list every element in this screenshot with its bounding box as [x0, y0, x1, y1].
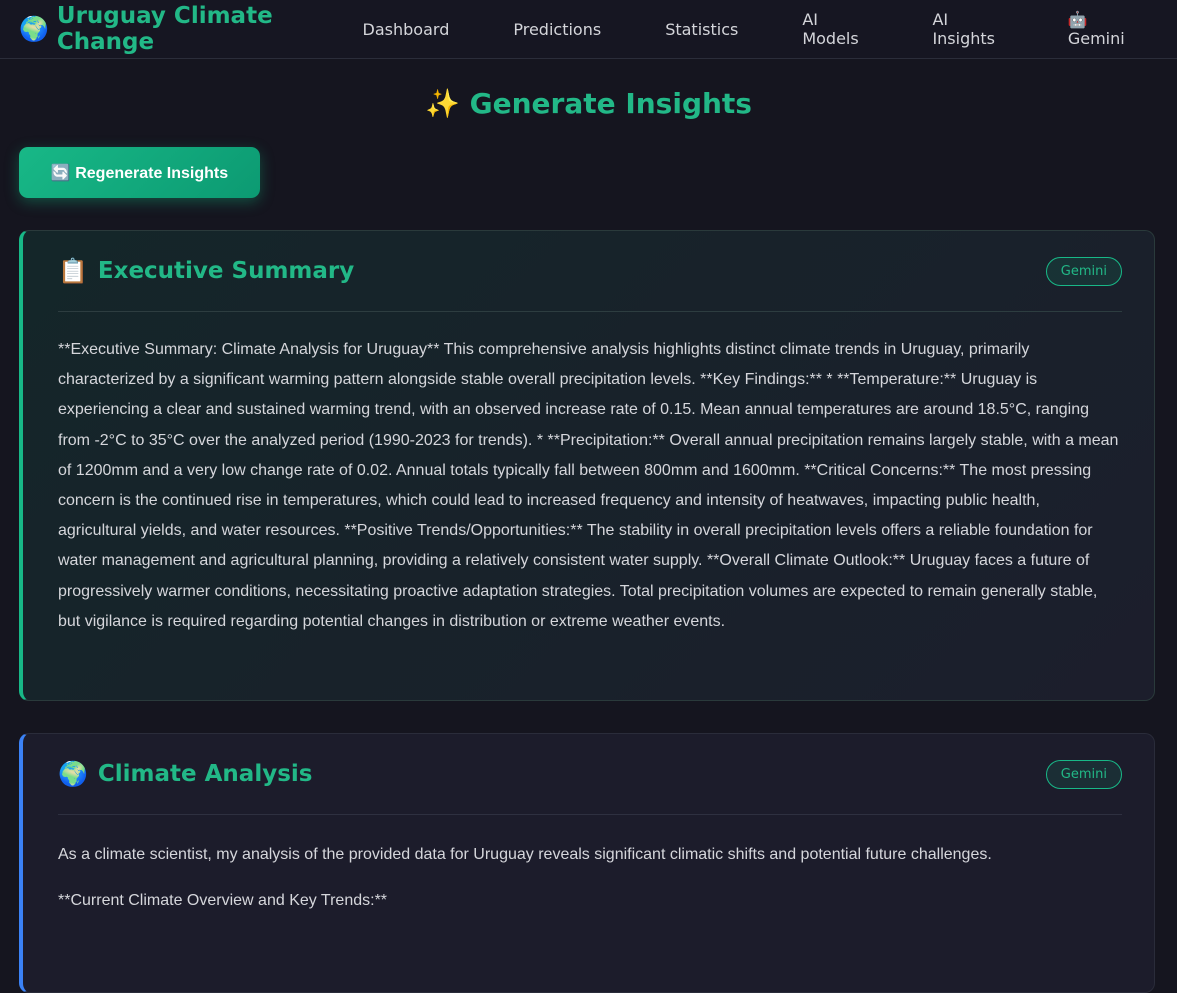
- card-title-text: Executive Summary: [97, 258, 355, 284]
- nav-dashboard[interactable]: Dashboard: [363, 20, 450, 39]
- brand-title: Uruguay Climate Change: [56, 3, 273, 55]
- gemini-badge: Gemini: [1045, 759, 1122, 789]
- nav-links: Dashboard Predictions Statistics AI Mode…: [363, 10, 1158, 48]
- top-navbar: 🌍 Uruguay Climate Change Dashboard Predi…: [0, 0, 1177, 59]
- analysis-paragraph: As a climate scientist, my analysis of t…: [58, 846, 992, 863]
- page-title: ✨ Generate Insights: [425, 87, 752, 120]
- card-title: 🌍 Climate Analysis: [58, 760, 312, 788]
- card-header: 📋 Executive Summary Gemini: [58, 231, 1122, 312]
- nav-gemini[interactable]: 🤖 Gemini: [1068, 10, 1138, 48]
- card-title: 📋 Executive Summary: [58, 257, 354, 285]
- executive-summary-card: 📋 Executive Summary Gemini **Executive S…: [19, 230, 1155, 701]
- card-header: 🌍 Climate Analysis Gemini: [58, 734, 1122, 815]
- nav-ai-models[interactable]: AI Models: [802, 10, 868, 48]
- executive-summary-text: **Executive Summary: Climate Analysis fo…: [58, 341, 1119, 630]
- nav-statistics[interactable]: Statistics: [665, 20, 738, 39]
- brand[interactable]: 🌍 Uruguay Climate Change: [19, 3, 363, 55]
- clipboard-icon: 📋: [58, 257, 88, 285]
- nav-predictions[interactable]: Predictions: [513, 20, 601, 39]
- card-title-text: Climate Analysis: [97, 761, 313, 787]
- globe-icon: 🌍: [58, 760, 88, 788]
- globe-icon: 🌍: [19, 15, 49, 43]
- analysis-paragraph: **Current Climate Overview and Key Trend…: [58, 892, 388, 910]
- climate-analysis-card: 🌍 Climate Analysis Gemini As a climate s…: [19, 733, 1155, 993]
- regenerate-insights-button[interactable]: 🔄 Regenerate Insights: [19, 147, 260, 198]
- climate-analysis-text: As a climate scientist, my analysis of t…: [58, 815, 1122, 916]
- nav-ai-insights[interactable]: AI Insights: [932, 10, 1003, 48]
- gemini-badge: Gemini: [1045, 256, 1122, 286]
